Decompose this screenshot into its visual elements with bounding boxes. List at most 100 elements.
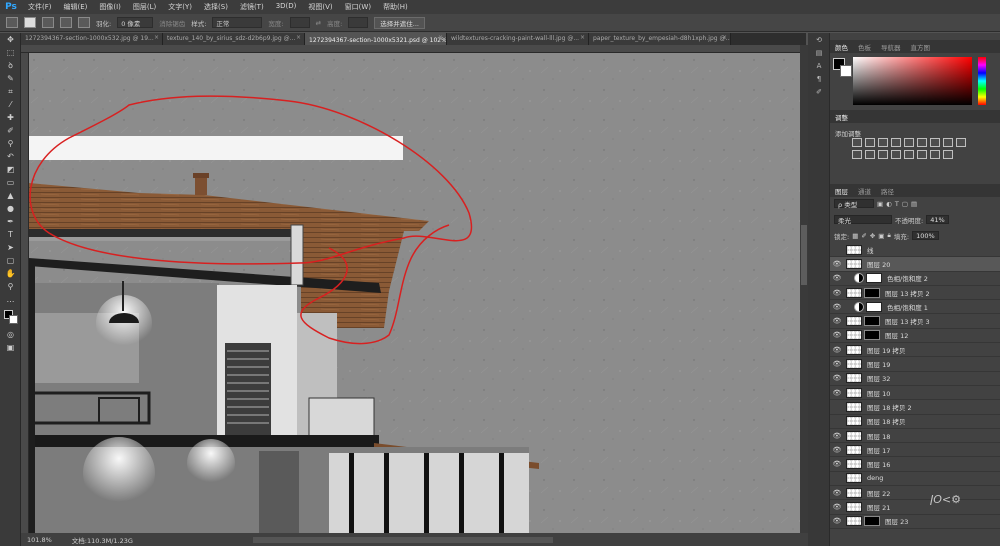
menu-item[interactable]: 图层(L) (127, 2, 162, 12)
layer-mask-thumbnail[interactable] (866, 273, 882, 284)
marquee-tool-icon[interactable]: ⬚ (0, 46, 21, 59)
layer-row[interactable]: 👁︎ 图层 19 (830, 357, 1000, 372)
screen-mode-icon[interactable]: ▣ (0, 341, 21, 354)
visibility-eye-icon[interactable]: 👁︎ (830, 389, 844, 397)
layer-row[interactable]: 👁︎ 图层 16 (830, 457, 1000, 472)
blur-tool-icon[interactable]: ▲ (0, 189, 21, 202)
document-canvas[interactable] (29, 53, 800, 533)
visibility-eye-icon[interactable]: 👁︎ (830, 374, 844, 382)
layer-row[interactable]: 👁︎ 色相/饱和度 1 (830, 300, 1000, 315)
paragraph-panel-icon[interactable]: ¶ (808, 72, 830, 85)
threshold-icon[interactable] (917, 150, 927, 159)
document-tab[interactable]: wildtextures-cracking-paint-wall-lll.jpg… (447, 33, 589, 45)
bw-icon[interactable] (956, 138, 966, 147)
posterize-icon[interactable] (904, 150, 914, 159)
menu-item[interactable]: 3D(D) (270, 2, 303, 12)
visibility-eye-icon[interactable]: 👁︎ (830, 474, 844, 482)
more-tools-icon[interactable]: … (0, 293, 21, 306)
tab-histogram[interactable]: 直方图 (906, 42, 936, 52)
exposure-icon[interactable] (891, 138, 901, 147)
history-brush-icon[interactable]: ↶ (0, 150, 21, 163)
vibrance-icon[interactable] (904, 138, 914, 147)
layer-thumbnail[interactable] (846, 401, 862, 412)
fill-input[interactable]: 100% (912, 231, 939, 240)
menu-item[interactable]: 图像(I) (93, 2, 127, 12)
close-icon[interactable]: × (296, 34, 301, 41)
visibility-eye-icon[interactable]: 👁︎ (830, 517, 844, 525)
layer-mask-thumbnail[interactable] (866, 301, 882, 312)
menu-item[interactable]: 选择(S) (198, 2, 234, 12)
eraser-tool-icon[interactable]: ◩ (0, 163, 21, 176)
layer-thumbnail[interactable] (846, 244, 862, 255)
opacity-input[interactable]: 41% (926, 215, 949, 224)
layer-thumbnail[interactable] (846, 330, 862, 341)
lock-pixels-icon[interactable]: ▦ (852, 232, 858, 240)
tab-swatches[interactable]: 色板 (853, 42, 876, 52)
tab-channels[interactable]: 通道 (853, 186, 876, 196)
menu-item[interactable]: 文件(F) (22, 2, 58, 12)
menu-item[interactable]: 编辑(E) (58, 2, 94, 12)
filter-adjust-icon[interactable]: ◐ (886, 200, 892, 208)
lasso-tool-icon[interactable]: ꝺ (0, 59, 21, 72)
subtract-selection-icon[interactable] (60, 17, 72, 28)
selective-color-icon[interactable] (943, 150, 953, 159)
visibility-eye-icon[interactable]: 👁︎ (830, 432, 844, 440)
layer-thumbnail[interactable] (846, 501, 862, 512)
color-balance-icon[interactable] (943, 138, 953, 147)
filter-shape-icon[interactable]: ▢ (902, 200, 908, 208)
tab-paths[interactable]: 路径 (876, 186, 899, 196)
vertical-scrollbar[interactable] (800, 45, 808, 533)
visibility-eye-icon[interactable]: 👁︎ (830, 274, 844, 282)
tab-layers[interactable]: 图层 (830, 186, 853, 196)
layer-thumbnail[interactable] (846, 444, 862, 455)
document-tab[interactable]: paper_texture_by_empesiah-d8h1xph.jpg @.… (589, 33, 731, 45)
levels-icon[interactable] (865, 138, 875, 147)
visibility-eye-icon[interactable]: 👁︎ (830, 303, 844, 311)
visibility-eye-icon[interactable]: 👁︎ (830, 489, 844, 497)
brightness-icon[interactable] (852, 138, 862, 147)
visibility-eye-icon[interactable]: 👁︎ (830, 360, 844, 368)
height-input[interactable] (348, 17, 369, 28)
layer-row[interactable]: 👁︎ 图层 17 (830, 443, 1000, 458)
hue-sat-icon[interactable] (930, 138, 940, 147)
pen-tool-icon[interactable]: ✒ (0, 215, 21, 228)
layer-thumbnail[interactable] (846, 373, 862, 384)
character-panel-icon[interactable]: A (808, 59, 830, 72)
visibility-eye-icon[interactable]: 👁︎ (830, 417, 844, 425)
visibility-eye-icon[interactable]: 👁︎ (830, 289, 844, 297)
stamp-tool-icon[interactable]: ⚲ (0, 137, 21, 150)
layer-mask-thumbnail[interactable] (864, 287, 880, 298)
style-select[interactable]: 正常 (212, 17, 263, 28)
quick-mask-icon[interactable]: ◎ (0, 328, 21, 341)
eyedropper-tool-icon[interactable]: ⁄ (0, 98, 21, 111)
layer-filter-select[interactable]: ρ 类型 (834, 199, 874, 209)
hue-slider[interactable] (978, 57, 986, 105)
history-panel-icon[interactable]: ⟲ (808, 33, 830, 46)
invert-icon[interactable] (891, 150, 901, 159)
layer-mask-thumbnail[interactable] (864, 316, 880, 327)
layer-thumbnail[interactable] (846, 287, 862, 298)
layer-thumbnail[interactable] (846, 387, 862, 398)
menu-item[interactable]: 文字(Y) (162, 2, 198, 12)
layer-row[interactable]: 👁︎ 图层 10 (830, 386, 1000, 401)
visibility-eye-icon[interactable]: 👁︎ (830, 331, 844, 339)
filter-smart-icon[interactable]: ▤ (911, 200, 917, 208)
brush-tool-icon[interactable]: ✐ (0, 124, 21, 137)
document-tab[interactable]: 1272394367-section-1000x5321.psd @ 102% … (305, 33, 447, 45)
layer-thumbnail[interactable] (846, 316, 862, 327)
channel-mixer-icon[interactable] (865, 150, 875, 159)
gradient-tool-icon[interactable]: ▭ (0, 176, 21, 189)
color-picker-field[interactable] (853, 57, 972, 105)
layer-row[interactable]: 👁︎ 图层 32 (830, 372, 1000, 386)
filter-pixel-icon[interactable]: ▣ (877, 200, 883, 208)
intersect-selection-icon[interactable] (78, 17, 90, 28)
layer-thumbnail[interactable] (846, 344, 862, 355)
select-and-mask-button[interactable]: 选择并遮住... (374, 16, 425, 29)
menu-item[interactable]: 滤镜(T) (234, 2, 270, 12)
brush-panel-icon[interactable]: ✐ (808, 85, 830, 98)
layer-row[interactable]: 👁︎ 图层 22 (830, 486, 1000, 501)
quick-select-tool-icon[interactable]: ✎ (0, 72, 21, 85)
crop-tool-icon[interactable]: ⌗ (0, 85, 21, 98)
close-icon[interactable]: × (722, 34, 727, 41)
close-icon[interactable]: × (580, 34, 585, 41)
